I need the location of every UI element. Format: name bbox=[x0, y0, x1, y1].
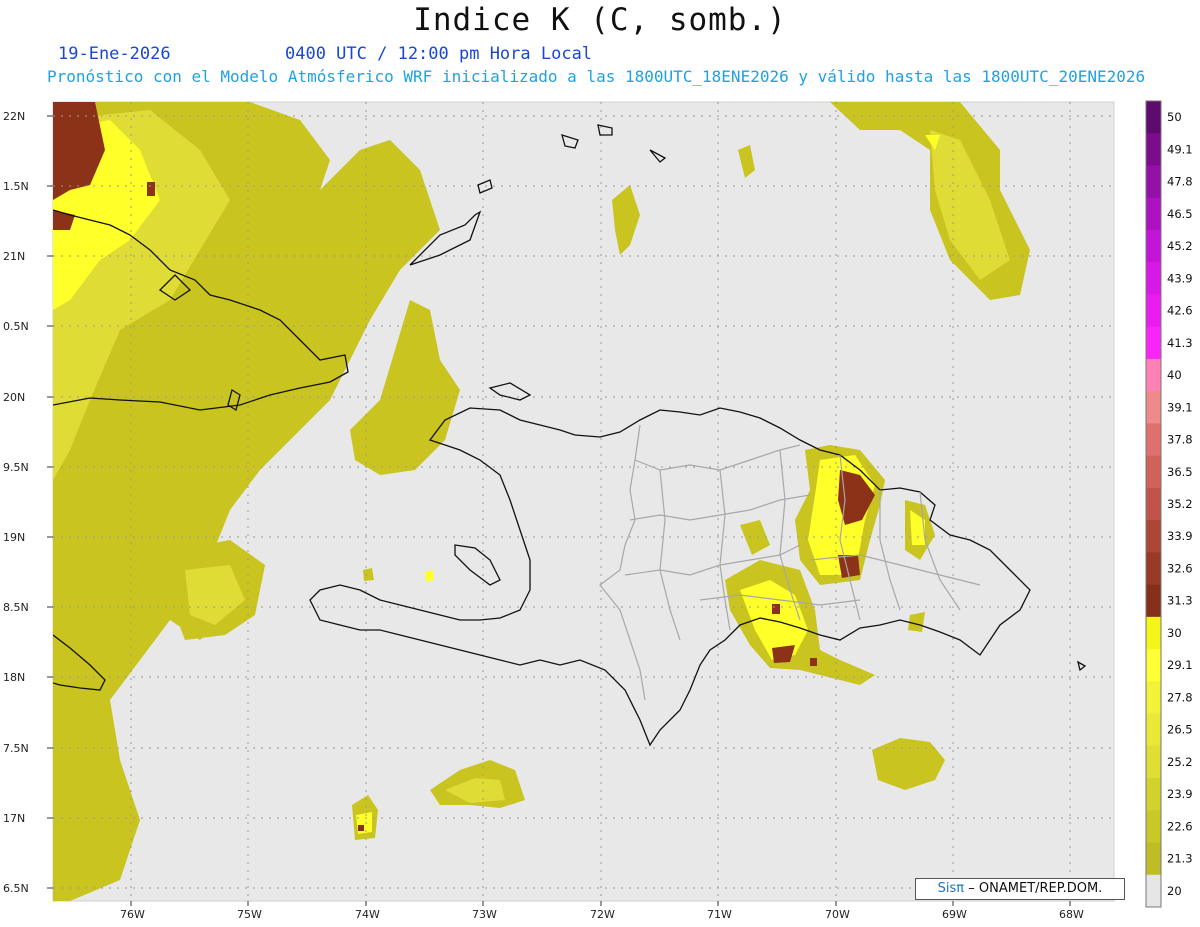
colorbar-swatch bbox=[1146, 552, 1161, 586]
lat-label: 0.5N bbox=[3, 320, 29, 333]
colorbar-swatch bbox=[1146, 423, 1161, 457]
colorbar-swatch bbox=[1146, 326, 1161, 360]
lon-label: 76W bbox=[120, 908, 145, 921]
lat-label: 20N bbox=[3, 391, 25, 404]
colorbar-label: 30 bbox=[1167, 626, 1182, 640]
colorbar-label: 41.3 bbox=[1167, 336, 1193, 350]
colorbar-label: 45.2 bbox=[1167, 239, 1193, 253]
colorbar-swatch bbox=[1146, 584, 1161, 618]
map-figure: 22N 1.5N 21N 0.5N 20N 9.5N 19N 8.5N 18N … bbox=[3, 100, 1193, 921]
colorbar-label: 47.8 bbox=[1167, 175, 1193, 189]
colorbar-swatch bbox=[1146, 616, 1161, 650]
lat-label: 22N bbox=[3, 110, 25, 123]
lon-ticks bbox=[130, 901, 1071, 906]
lat-label: 19N bbox=[3, 531, 25, 544]
colorbar-label: 27.8 bbox=[1167, 690, 1193, 704]
colorbar-swatch bbox=[1146, 358, 1161, 392]
colorbar-label: 29.1 bbox=[1167, 658, 1193, 672]
lon-label: 74W bbox=[355, 908, 380, 921]
lon-label: 72W bbox=[590, 908, 615, 921]
lon-label: 70W bbox=[825, 908, 850, 921]
colorbar-label: 33.9 bbox=[1167, 529, 1193, 543]
colorbar-label: 35.2 bbox=[1167, 497, 1193, 511]
lat-label: 1.5N bbox=[3, 180, 29, 193]
colorbar-swatch bbox=[1146, 778, 1161, 811]
colorbar: 50 49.1 47.8 46.5 45.2 43.9 42.6 41.3 40 39.1 37.8… bbox=[1145, 100, 1193, 908]
colorbar-swatch bbox=[1146, 745, 1161, 779]
colorbar-label: 36.5 bbox=[1167, 465, 1193, 479]
colorbar-swatch bbox=[1146, 197, 1161, 231]
colorbar-swatch bbox=[1146, 165, 1161, 199]
lon-label: 75W bbox=[237, 908, 262, 921]
colorbar-label: 37.8 bbox=[1167, 433, 1193, 447]
colorbar-label: 43.9 bbox=[1167, 271, 1193, 285]
sispi-logo-text: Sisπ bbox=[937, 881, 965, 896]
lat-label: 18N bbox=[3, 671, 25, 684]
colorbar-swatch bbox=[1146, 391, 1161, 424]
colorbar-swatch bbox=[1146, 229, 1161, 263]
lat-label: 8.5N bbox=[3, 601, 29, 614]
colorbar-swatch bbox=[1146, 455, 1161, 489]
colorbar-label: 21.3 bbox=[1167, 852, 1193, 866]
lon-label: 69W bbox=[942, 908, 967, 921]
lon-label: 68W bbox=[1059, 908, 1084, 921]
latitude-labels: 22N 1.5N 21N 0.5N 20N 9.5N 19N 8.5N 18N … bbox=[3, 110, 29, 895]
colorbar-swatch bbox=[1146, 487, 1161, 521]
colorbar-label: 49.1 bbox=[1167, 142, 1193, 156]
lat-label: 9.5N bbox=[3, 461, 29, 474]
colorbar-swatch bbox=[1146, 294, 1161, 328]
lon-label: 73W bbox=[472, 908, 497, 921]
colorbar-swatch bbox=[1146, 262, 1161, 295]
colorbar-label: 40 bbox=[1167, 368, 1182, 382]
colorbar-swatch bbox=[1146, 681, 1161, 715]
colorbar-label: 22.6 bbox=[1167, 819, 1193, 833]
lat-ticks bbox=[47, 115, 53, 889]
lat-label: 7.5N bbox=[3, 742, 29, 755]
colorbar-label: 25.2 bbox=[1167, 755, 1193, 769]
longitude-labels: 76W 75W 74W 73W 72W 71W 70W 69W 68W bbox=[120, 908, 1084, 921]
colorbar-swatch bbox=[1146, 810, 1161, 844]
colorbar-swatch bbox=[1146, 101, 1161, 134]
colorbar-swatch bbox=[1146, 133, 1161, 166]
colorbar-label: 32.6 bbox=[1167, 561, 1193, 575]
colorbar-label: 50 bbox=[1167, 110, 1182, 124]
colorbar-swatch bbox=[1146, 842, 1161, 876]
colorbar-label: 42.6 bbox=[1167, 304, 1193, 318]
lat-label: 21N bbox=[3, 250, 25, 263]
colorbar-swatch bbox=[1146, 874, 1161, 908]
colorbar-swatch bbox=[1146, 713, 1161, 747]
colorbar-label: 31.3 bbox=[1167, 594, 1193, 608]
credit-text: – ONAMET/REP.DOM. bbox=[968, 881, 1103, 896]
colorbar-label: 23.9 bbox=[1167, 787, 1193, 801]
colorbar-label: 20 bbox=[1167, 884, 1182, 898]
colorbar-swatch bbox=[1146, 649, 1161, 682]
colorbar-swatch bbox=[1146, 520, 1161, 553]
credit-box: Sisπ – ONAMET/REP.DOM. bbox=[915, 878, 1125, 900]
colorbar-label: 26.5 bbox=[1167, 723, 1193, 737]
lat-label: 6.5N bbox=[3, 882, 29, 895]
lat-label: 17N bbox=[3, 812, 25, 825]
colorbar-label: 39.1 bbox=[1167, 400, 1193, 414]
colorbar-label: 46.5 bbox=[1167, 207, 1193, 221]
lon-label: 71W bbox=[707, 908, 732, 921]
